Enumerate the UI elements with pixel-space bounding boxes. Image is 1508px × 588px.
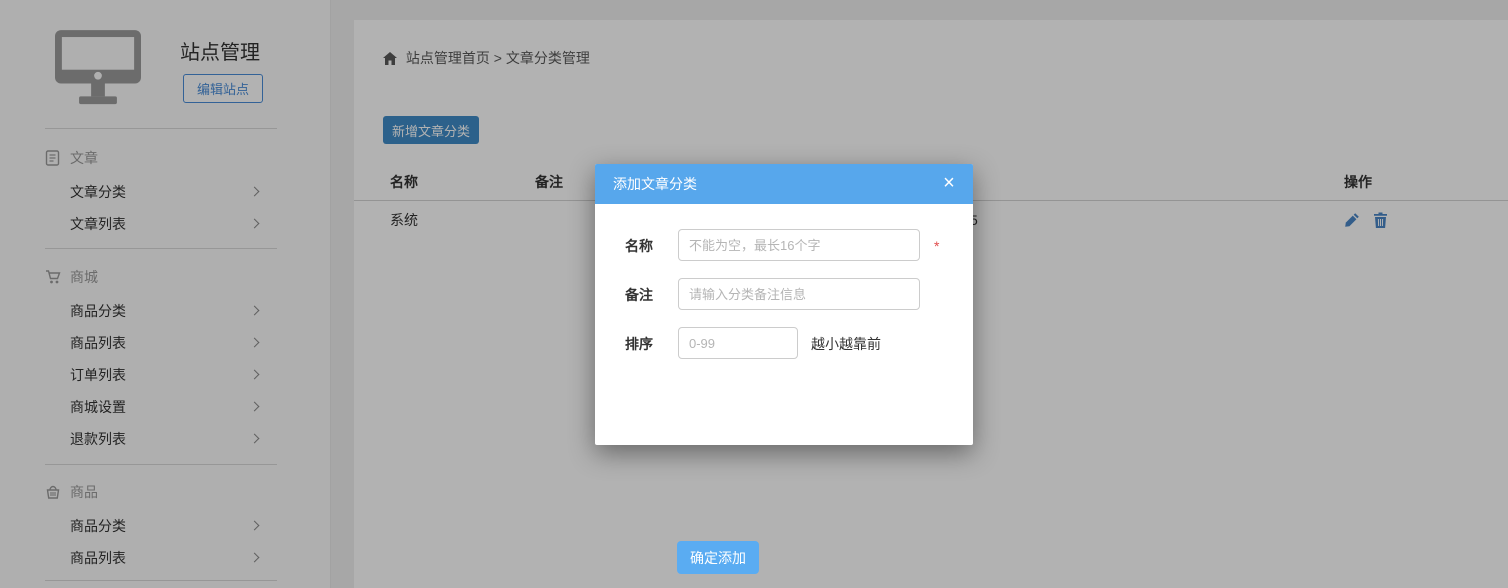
confirm-add-button[interactable]: 确定添加 [677,541,759,574]
name-field-label: 名称 [625,236,653,256]
modal-header: 添加文章分类 × [595,164,973,204]
modal-title: 添加文章分类 [613,164,697,204]
required-asterisk: * [934,236,939,256]
sort-hint: 越小越靠前 [811,334,881,354]
remark-field[interactable] [678,278,920,310]
add-category-modal: 添加文章分类 × 名称 * 备注 排序 越小越靠前 确定添加 [595,164,973,445]
sort-field-label: 排序 [625,334,653,354]
close-icon[interactable]: × [937,164,961,204]
name-field[interactable] [678,229,920,261]
sort-field[interactable] [678,327,798,359]
remark-field-label: 备注 [625,285,653,305]
